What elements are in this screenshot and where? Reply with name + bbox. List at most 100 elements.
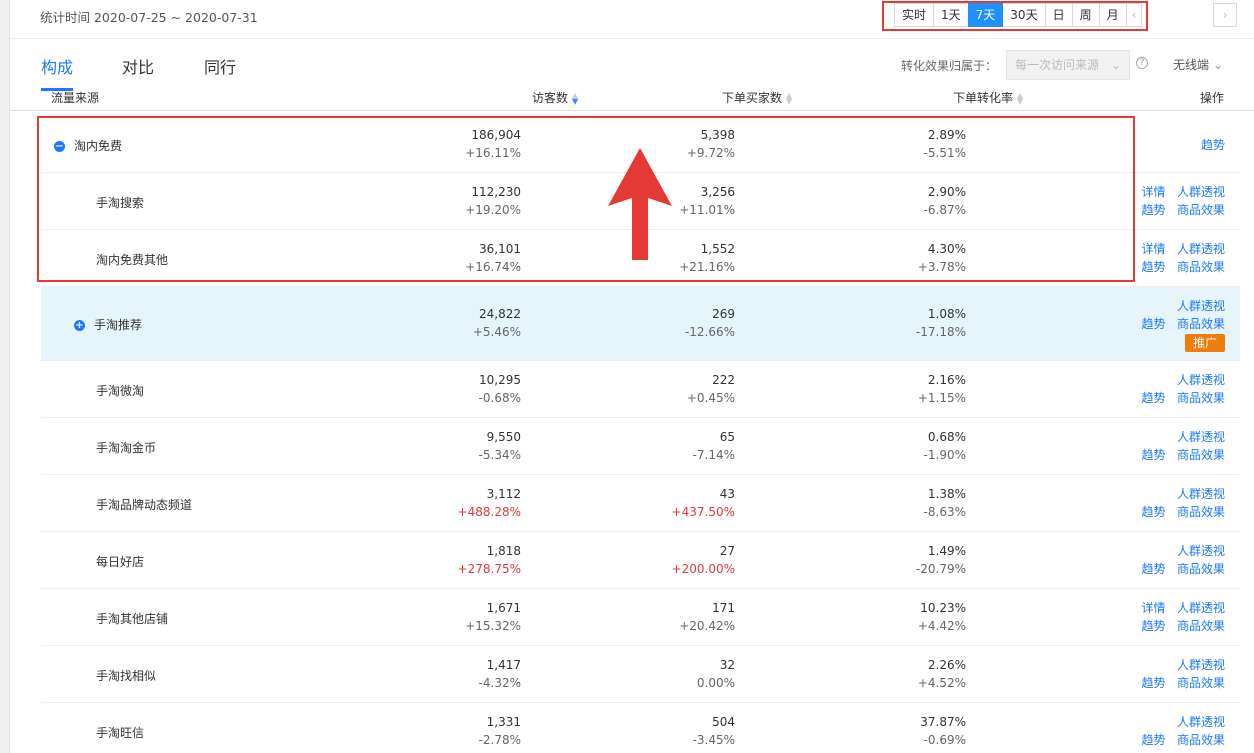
- trend-link[interactable]: 趋势: [1142, 448, 1166, 462]
- range-1day-button[interactable]: 1天: [933, 3, 969, 27]
- metric-change: +200.00%: [671, 561, 735, 576]
- goods-link[interactable]: 商品效果: [1177, 391, 1225, 405]
- row-actions: 人群透视 趋势 商品效果: [1142, 485, 1225, 521]
- col-buyers[interactable]: 下单买家数 ▲ ▼: [722, 89, 792, 106]
- goods-link[interactable]: 商品效果: [1177, 260, 1225, 274]
- metric-value: 65: [719, 429, 735, 444]
- crowd-link[interactable]: 人群透视: [1177, 242, 1225, 256]
- trend-link[interactable]: 趋势: [1142, 317, 1166, 331]
- goods-link[interactable]: 商品效果: [1177, 317, 1225, 331]
- metric-cell: 3,112 +488.28%: [421, 485, 521, 521]
- trend-link[interactable]: 趋势: [1142, 260, 1166, 274]
- metric-change: +5.46%: [472, 325, 521, 339]
- trend-link[interactable]: 趋势: [1201, 138, 1225, 152]
- trend-link[interactable]: 趋势: [1142, 676, 1166, 690]
- crowd-link[interactable]: 人群透视: [1177, 185, 1225, 199]
- metric-value: 504: [712, 714, 735, 729]
- trend-link[interactable]: 趋势: [1142, 562, 1166, 576]
- goods-link[interactable]: 商品效果: [1177, 203, 1225, 217]
- detail-link[interactable]: 详情: [1142, 601, 1166, 615]
- sort-icon[interactable]: ▲ ▼: [786, 91, 792, 105]
- col-ops: 操作: [1200, 91, 1225, 105]
- goods-link[interactable]: 商品效果: [1177, 733, 1225, 747]
- crowd-link[interactable]: 人群透视: [1177, 658, 1225, 672]
- metric-value: 36,101: [479, 241, 521, 256]
- detail-link[interactable]: 详情: [1142, 185, 1166, 199]
- trend-link[interactable]: 趋势: [1142, 391, 1166, 405]
- row-source-name: + 手淘推荐: [74, 318, 143, 332]
- crowd-link[interactable]: 人群透视: [1177, 430, 1225, 444]
- trend-link[interactable]: 趋势: [1142, 733, 1166, 747]
- range-day-button[interactable]: 日: [1044, 3, 1073, 27]
- detail-link[interactable]: 详情: [1142, 242, 1166, 256]
- metric-cell: 36,101 +16.74%: [421, 240, 521, 276]
- crowd-link[interactable]: 人群透视: [1177, 299, 1225, 313]
- trend-link[interactable]: 趋势: [1142, 505, 1166, 519]
- metric-value: 171: [712, 600, 735, 615]
- goods-link[interactable]: 商品效果: [1177, 562, 1225, 576]
- metric-value: 10,295: [479, 372, 521, 387]
- sort-icon[interactable]: ▲ ▼: [572, 91, 578, 105]
- attribution-select[interactable]: 每一次访问来源 ⌄: [1006, 50, 1130, 80]
- tab-composition[interactable]: 构成: [41, 54, 73, 78]
- metric-value: 2.90%: [927, 184, 966, 199]
- metric-cell: 171 +20.42%: [635, 599, 735, 635]
- sort-icon[interactable]: ▲ ▼: [1017, 91, 1023, 105]
- table-row: 手淘其他店铺 1,671 +15.32% 171 +20.42% 10.23% …: [41, 589, 1240, 646]
- range-30days-button[interactable]: 30天: [1002, 3, 1046, 27]
- range-realtime-button[interactable]: 实时: [894, 3, 935, 27]
- range-week-button[interactable]: 周: [1071, 3, 1100, 27]
- table-row: 手淘旺信 1,331 -2.78% 504 -3.45% 37.87% -0.6…: [41, 703, 1240, 753]
- crowd-link[interactable]: 人群透视: [1177, 487, 1225, 501]
- help-icon[interactable]: ?: [1136, 57, 1148, 69]
- metric-value: 1,331: [486, 714, 521, 729]
- metric-change: +278.75%: [457, 561, 521, 576]
- table-header: 流量来源 访客数 ▲ ▼ 下单买家数 ▲ ▼ 下单转化率 ▲ ▼ 操作: [10, 85, 1254, 111]
- goods-link[interactable]: 商品效果: [1177, 619, 1225, 633]
- metric-change: +19.20%: [465, 202, 521, 217]
- left-sidebar-edge: [0, 0, 10, 753]
- device-select[interactable]: 无线端 ⌄: [1173, 56, 1223, 73]
- chevron-left-icon[interactable]: ‹: [1125, 3, 1143, 27]
- metric-change: -1.90%: [923, 447, 966, 462]
- table-row: 每日好店 1,818 +278.75% 27 +200.00% 1.49% -2…: [41, 532, 1240, 589]
- metric-change: -12.66%: [684, 325, 735, 339]
- col-source: 流量来源: [51, 91, 100, 105]
- metric-value: 9,550: [486, 429, 521, 444]
- crowd-link[interactable]: 人群透视: [1177, 373, 1225, 387]
- row-actions: 详情 人群透视 趋势 商品效果: [1142, 240, 1225, 276]
- metric-cell: 222 +0.45%: [635, 371, 735, 407]
- metric-value: 2.26%: [927, 657, 966, 672]
- promote-button[interactable]: 推广: [1184, 334, 1225, 352]
- col-rate[interactable]: 下单转化率 ▲ ▼: [953, 89, 1023, 106]
- crowd-link[interactable]: 人群透视: [1177, 601, 1225, 615]
- metric-change: +1.15%: [917, 390, 966, 405]
- expand-icon[interactable]: +: [74, 320, 85, 331]
- metric-cell: 37.87% -0.69%: [866, 713, 966, 749]
- metric-cell: 2.90% -6.87%: [866, 183, 966, 219]
- table-row: 手淘淘金币 9,550 -5.34% 65 -7.14% 0.68% -1.90…: [41, 418, 1240, 475]
- goods-link[interactable]: 商品效果: [1177, 505, 1225, 519]
- range-7days-button[interactable]: 7天: [967, 3, 1004, 27]
- crowd-link[interactable]: 人群透视: [1177, 544, 1225, 558]
- time-range-group: 实时 1天 7天 30天 日 周 月 ‹: [894, 3, 1143, 27]
- goods-link[interactable]: 商品效果: [1177, 676, 1225, 690]
- chevron-right-icon[interactable]: ›: [1213, 3, 1237, 27]
- metric-value: 2.89%: [927, 127, 966, 142]
- goods-link[interactable]: 商品效果: [1177, 448, 1225, 462]
- crowd-link[interactable]: 人群透视: [1177, 715, 1225, 729]
- range-month-button[interactable]: 月: [1098, 3, 1127, 27]
- col-visitors[interactable]: 访客数 ▲ ▼: [532, 89, 578, 106]
- metric-cell: 43 +437.50%: [635, 485, 735, 521]
- row-actions: 详情 人群透视 趋势 商品效果: [1142, 599, 1225, 635]
- metric-cell: 1.38% -8.63%: [866, 485, 966, 521]
- collapse-icon[interactable]: −: [54, 140, 65, 152]
- tab-compare[interactable]: 对比: [122, 54, 154, 78]
- trend-link[interactable]: 趋势: [1142, 203, 1166, 217]
- metric-cell: 1,417 -4.32%: [421, 656, 521, 692]
- metric-change: -20.79%: [915, 561, 966, 576]
- trend-link[interactable]: 趋势: [1142, 619, 1166, 633]
- row-source-name: − 淘内免费: [54, 138, 123, 153]
- tab-peers[interactable]: 同行: [204, 54, 236, 78]
- row-source-name: 手淘旺信: [96, 725, 145, 740]
